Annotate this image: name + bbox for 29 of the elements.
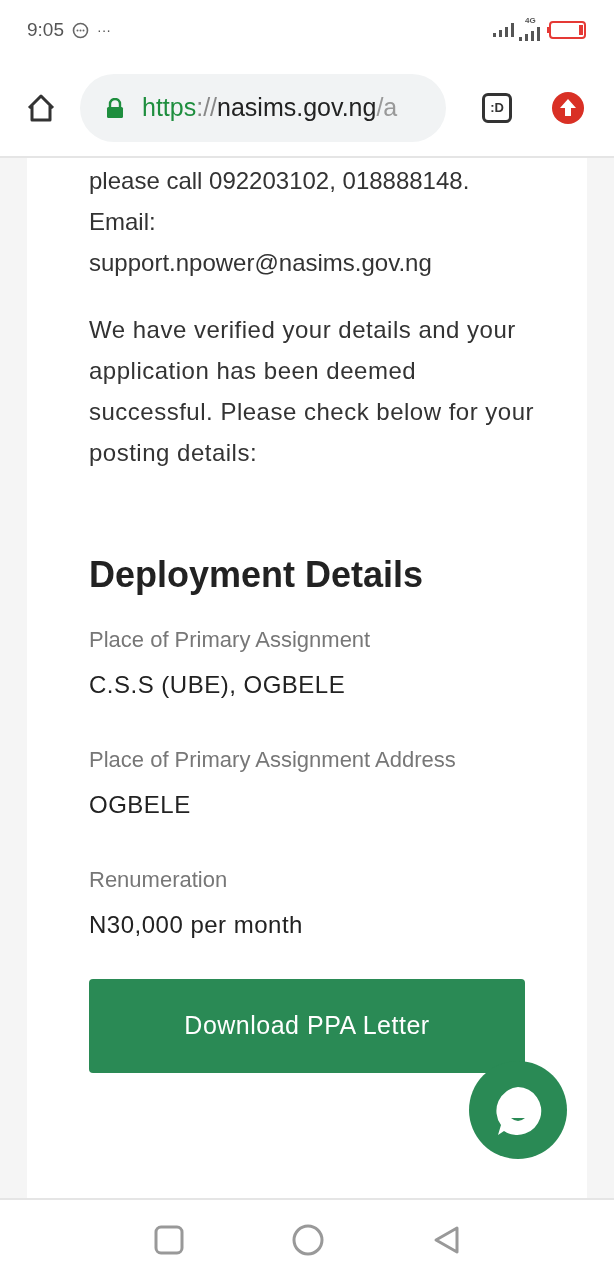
field-label: Place of Primary Assignment Address [89,746,457,774]
recents-button[interactable] [154,1225,184,1255]
overflow-indicator: ··· [97,20,111,40]
url-text: https://nasims.gov.ng/a [142,92,398,124]
contact-text: Email: [89,207,157,237]
contact-text: support.npower@nasims.gov.ng [89,248,433,278]
home-icon[interactable] [26,93,56,123]
field-value: OGBELE [89,790,192,820]
battery-icon [547,20,587,40]
signal-icon [493,23,515,37]
message-icon [72,21,89,39]
chat-icon[interactable] [469,1061,567,1159]
contact-text: please call 092203102, 018888148. [89,166,471,196]
back-button[interactable] [432,1225,460,1255]
field-value: N30,000 per month [89,910,304,940]
home-button[interactable] [292,1224,324,1256]
address-bar[interactable]: https://nasims.gov.ng/a [80,74,446,142]
section-heading: Deployment Details [89,553,425,597]
update-icon[interactable] [552,92,584,124]
field-label: Place of Primary Assignment [89,626,372,654]
tab-switcher[interactable]: :D [482,93,512,123]
network-type: 4G [525,15,536,27]
signal-icon [519,27,543,41]
status-time: 9:05 [27,17,64,42]
lock-icon [106,98,124,118]
download-button[interactable]: Download PPA Letter [89,979,525,1073]
field-value: C.S.S (UBE), OGBELE [89,670,347,700]
field-label: Renumeration [89,866,229,894]
message-paragraph: We have verified your details and your application has been deemed successful. Please check below for your posting details: [89,315,536,468]
